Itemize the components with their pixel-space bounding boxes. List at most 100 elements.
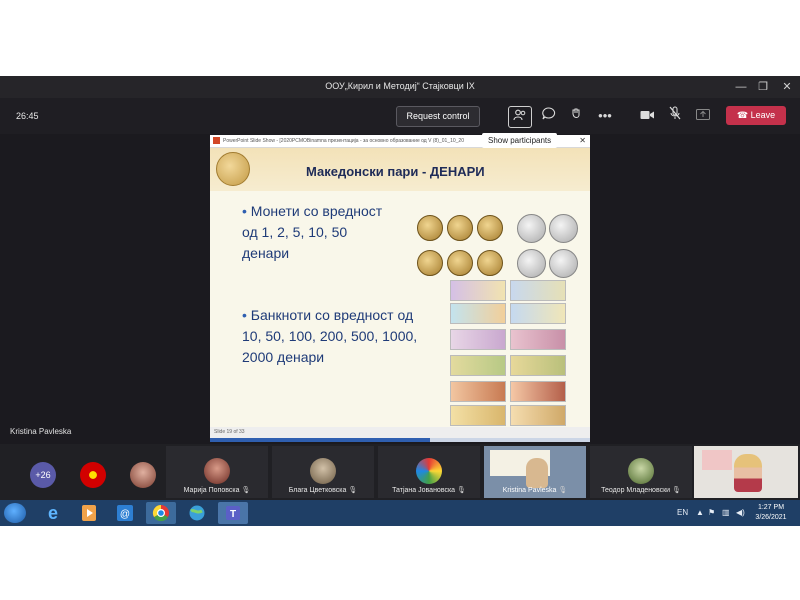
svg-text:@: @	[120, 509, 130, 520]
gold-coin-image	[477, 215, 503, 241]
start-button-icon[interactable]	[4, 503, 26, 523]
camera-icon[interactable]	[636, 106, 658, 126]
request-control-button[interactable]: Request control	[396, 106, 480, 127]
windows-taskbar: e @ T EN ▲ ⚑ ▥ ◀) 1:27 PM 3/26/2021	[0, 500, 800, 526]
slide-header: Македонски пари - ДЕНАРИ	[210, 148, 590, 191]
bullet-banknotes-line-3: 2000 денари	[242, 349, 325, 365]
ppt-close-icon: ✕	[579, 136, 586, 145]
reactions-icon[interactable]	[566, 106, 588, 126]
volume-icon[interactable]: ◀)	[736, 508, 745, 517]
gold-coin-image	[447, 215, 473, 241]
teams-window: ООУ„Кирил и Методиј“ Стајковци IX — ❐ ✕ …	[0, 76, 800, 500]
flag-tray-icon[interactable]: ⚑	[708, 508, 715, 517]
show-participants-tooltip: Show participants	[482, 133, 558, 148]
silver-coin-image	[517, 214, 546, 243]
avatar[interactable]	[130, 462, 156, 488]
language-indicator[interactable]: EN	[677, 508, 688, 517]
share-tray-icon[interactable]	[692, 106, 714, 126]
mic-muted-icon: 🎙	[558, 487, 568, 494]
ppt-title: PowerPoint Slide Show - [2020PCMOBinamna…	[223, 138, 464, 144]
mic-muted-icon: 🎙	[457, 487, 466, 494]
svg-text:T: T	[230, 509, 236, 520]
bullet-icon: •	[242, 203, 251, 219]
participant-tile[interactable]: Теодор Младеновски 🎙	[590, 446, 692, 498]
banknote-image	[510, 355, 566, 376]
clock-time: 1:27 PM	[757, 504, 785, 511]
banknote-image	[510, 329, 566, 350]
more-participants-badge[interactable]: +26	[30, 462, 56, 488]
participant-name: Марија Поповска	[183, 487, 240, 494]
participant-name: Блага Цветковска	[288, 487, 347, 494]
bullet-coins: • Монети со вредност од 1, 2, 5, 10, 50 …	[242, 201, 382, 264]
participant-video-tile[interactable]: Kristina Pavleska 🎙	[484, 446, 586, 498]
chrome-icon[interactable]	[146, 502, 176, 524]
mic-muted-icon: 🎙	[672, 487, 681, 494]
coin-logo-image	[216, 152, 250, 186]
person-video-image	[526, 458, 548, 488]
self-video-tile[interactable]	[694, 446, 798, 498]
silver-coin-image	[549, 249, 578, 278]
minimize-button[interactable]: —	[730, 79, 752, 95]
people-icon	[513, 109, 526, 121]
participant-name: Татјана Јовановска	[392, 487, 456, 494]
bullet-coins-line-3: денари	[242, 245, 290, 261]
mic-muted-icon: 🎙	[348, 487, 358, 494]
teams-app-icon[interactable]: T	[218, 502, 248, 524]
internet-explorer-icon[interactable]: e	[38, 502, 68, 524]
gold-coin-image	[447, 250, 473, 276]
slide-title: Македонски пари - ДЕНАРИ	[306, 164, 485, 179]
bullet-coins-line-1: Монети со вредност	[250, 203, 383, 219]
banknote-image	[510, 280, 566, 301]
avatar	[416, 458, 442, 484]
chat-icon[interactable]	[538, 106, 560, 126]
close-button[interactable]: ✕	[776, 79, 798, 95]
gold-coin-image	[477, 250, 503, 276]
media-player-icon[interactable]	[74, 502, 104, 524]
banknote-image	[450, 405, 506, 426]
slide-progress-bar	[210, 438, 590, 442]
banknote-image	[510, 303, 566, 324]
avatar	[204, 458, 230, 484]
bullet-banknotes: • Банкноти со вредност од 10, 50, 100, 2…	[242, 305, 417, 368]
participant-tile[interactable]: Татјана Јовановска 🎙	[378, 446, 480, 498]
more-options-icon[interactable]: •••	[594, 106, 616, 126]
background-decor-image	[702, 450, 732, 470]
banknote-image	[510, 405, 566, 426]
leave-label: Leave	[750, 110, 776, 120]
restore-button[interactable]: ❐	[752, 79, 774, 95]
system-clock[interactable]: 1:27 PM 3/26/2021	[748, 503, 794, 523]
email-app-icon[interactable]: @	[110, 502, 140, 524]
tray-chevron-icon[interactable]: ▲	[696, 508, 704, 517]
participants-icon[interactable]	[508, 106, 532, 128]
gold-coin-image	[417, 250, 443, 276]
title-bar: ООУ„Кирил и Методиј“ Стајковци IX — ❐ ✕	[0, 76, 800, 98]
bullet-banknotes-line-2: 10, 50, 100, 200, 500, 1000,	[242, 328, 418, 344]
globe-app-icon[interactable]	[182, 502, 212, 524]
banknote-image	[510, 381, 566, 402]
powerpoint-icon	[213, 137, 220, 145]
bullet-coins-line-2: од 1, 2, 5, 10, 50	[242, 224, 348, 240]
silver-coin-image	[549, 214, 578, 243]
network-icon[interactable]: ▥	[722, 508, 730, 517]
gold-coin-image	[417, 215, 443, 241]
banknote-image	[450, 280, 506, 301]
banknote-image	[450, 303, 506, 324]
window-title: ООУ„Кирил и Методиј“ Стајковци IX	[325, 81, 475, 91]
slide-status-bar: Slide 19 of 33	[210, 427, 590, 438]
banknote-image	[450, 381, 506, 402]
banknote-image	[450, 329, 506, 350]
presenter-name-label: Kristina Pavleska	[10, 427, 72, 436]
avatar	[628, 458, 654, 484]
mic-muted-icon[interactable]	[664, 106, 686, 126]
participant-gallery: +26 Марија Поповска 🎙 Блага Цветковска 🎙…	[0, 444, 800, 500]
participant-tile[interactable]: Марија Поповска 🎙	[166, 446, 268, 498]
flag-avatar[interactable]	[80, 462, 106, 488]
slide-counter: Slide 19 of 33	[214, 429, 245, 435]
leave-button[interactable]: ☎ Leave	[726, 106, 786, 125]
bullet-banknotes-line-1: Банкноти со вредност од	[250, 307, 414, 323]
shared-slide-window: PowerPoint Slide Show - [2020PCMOBinamna…	[210, 135, 590, 442]
banknote-image	[450, 355, 506, 376]
clock-date: 3/26/2021	[755, 514, 787, 521]
participant-tile[interactable]: Блага Цветковска 🎙	[272, 446, 374, 498]
participant-name: Kristina Pavleska	[502, 487, 557, 494]
